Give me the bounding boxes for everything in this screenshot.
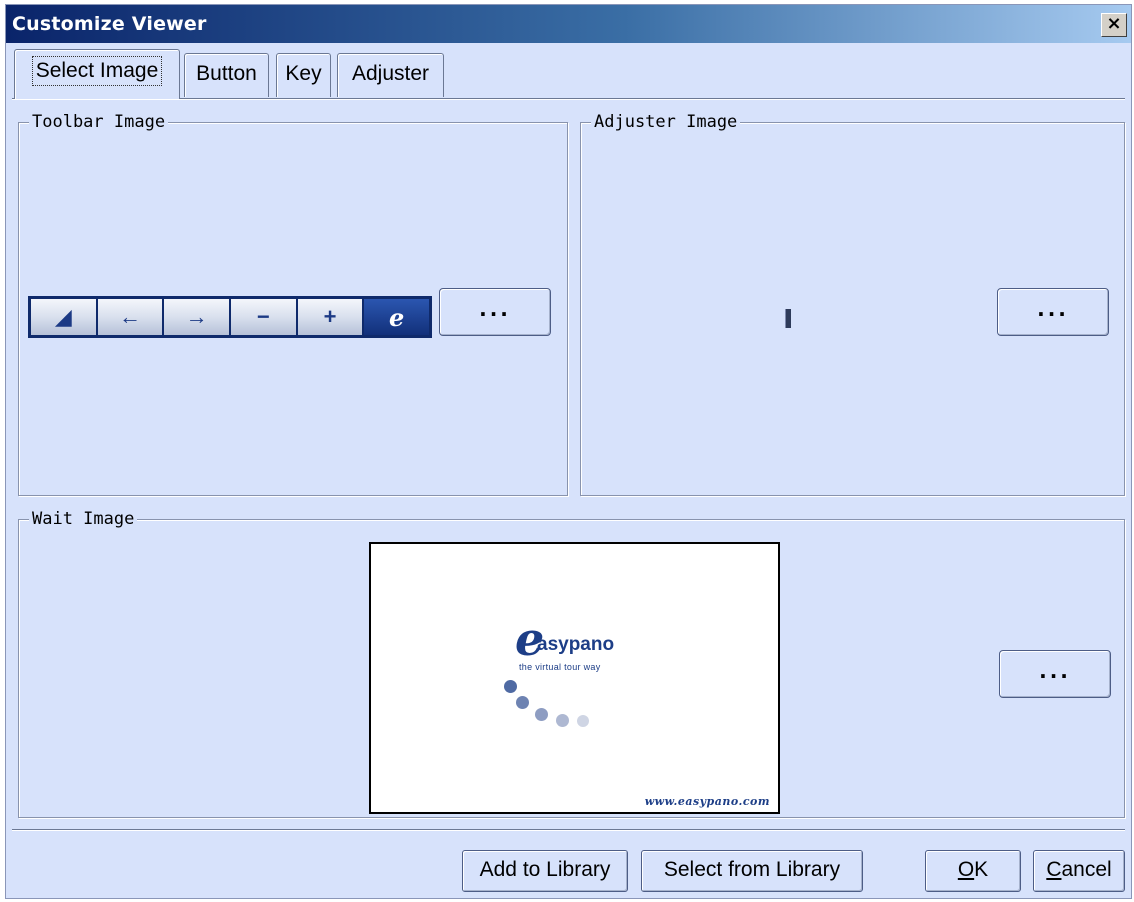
customize-viewer-dialog: Customize Viewer × Select Image Button K… [5, 4, 1132, 899]
tab-adjuster[interactable]: Adjuster [337, 53, 444, 97]
wait-image-legend: Wait Image [29, 508, 138, 530]
ok-mnemonic: O [957, 858, 975, 881]
loading-dot-2 [516, 696, 529, 709]
adjuster-image-legend: Adjuster Image [591, 111, 741, 133]
footer-separator-highlight [12, 830, 1125, 831]
tab-select-image-label: Select Image [31, 56, 163, 86]
logo-letter: e [389, 302, 405, 332]
left-arrow-icon: ← [97, 299, 163, 335]
brand-word: asypano [537, 634, 615, 655]
add-to-library-button[interactable]: Add to Library [462, 850, 628, 892]
cancel-label-rest: ancel [1061, 858, 1112, 881]
up-ramp-icon: ◢ [31, 299, 96, 335]
plus-icon: + [297, 299, 363, 335]
tab-button-label: Button [196, 62, 257, 85]
right-arrow-icon: → [164, 299, 230, 335]
cancel-mnemonic: C [1046, 858, 1062, 881]
brand-slogan: the virtual tour way [519, 662, 601, 672]
adjuster-image-browse-button[interactable]: ... [997, 288, 1109, 336]
wait-image-preview: e asypano the virtual tour way www.easyp… [369, 542, 780, 814]
brand-url: www.easypano.com [644, 795, 770, 808]
minus-icon: − [231, 299, 296, 335]
tab-button[interactable]: Button [184, 53, 269, 97]
adjuster-image-preview [785, 309, 791, 328]
loading-dot-1 [504, 680, 517, 693]
title-bar[interactable]: Customize Viewer × [6, 5, 1131, 43]
wait-image-browse-button[interactable]: ... [999, 650, 1111, 698]
easypano-brand: e asypano [511, 616, 651, 662]
tab-panel-highlight [12, 99, 1125, 100]
toolbar-image-browse-button[interactable]: ... [439, 288, 551, 336]
toolbar-image-legend: Toolbar Image [29, 111, 169, 133]
select-from-library-button[interactable]: Select from Library [641, 850, 863, 892]
ok-button[interactable]: OK [925, 850, 1021, 892]
tab-key-label: Key [285, 62, 322, 85]
loading-dot-5 [577, 715, 589, 727]
tab-key[interactable]: Key [276, 53, 331, 97]
easypano-logo-icon: e [364, 299, 430, 335]
toolbar-image-preview: ◢ ← → − + e [28, 296, 432, 338]
loading-dot-3 [535, 708, 548, 721]
close-button[interactable]: × [1101, 13, 1127, 37]
tab-adjuster-label: Adjuster [351, 62, 430, 85]
loading-dot-4 [556, 714, 569, 727]
window-title: Customize Viewer [12, 13, 207, 35]
tab-select-image[interactable]: Select Image [14, 49, 180, 99]
cancel-button[interactable]: Cancel [1033, 850, 1125, 892]
ok-label-rest: K [974, 858, 989, 881]
